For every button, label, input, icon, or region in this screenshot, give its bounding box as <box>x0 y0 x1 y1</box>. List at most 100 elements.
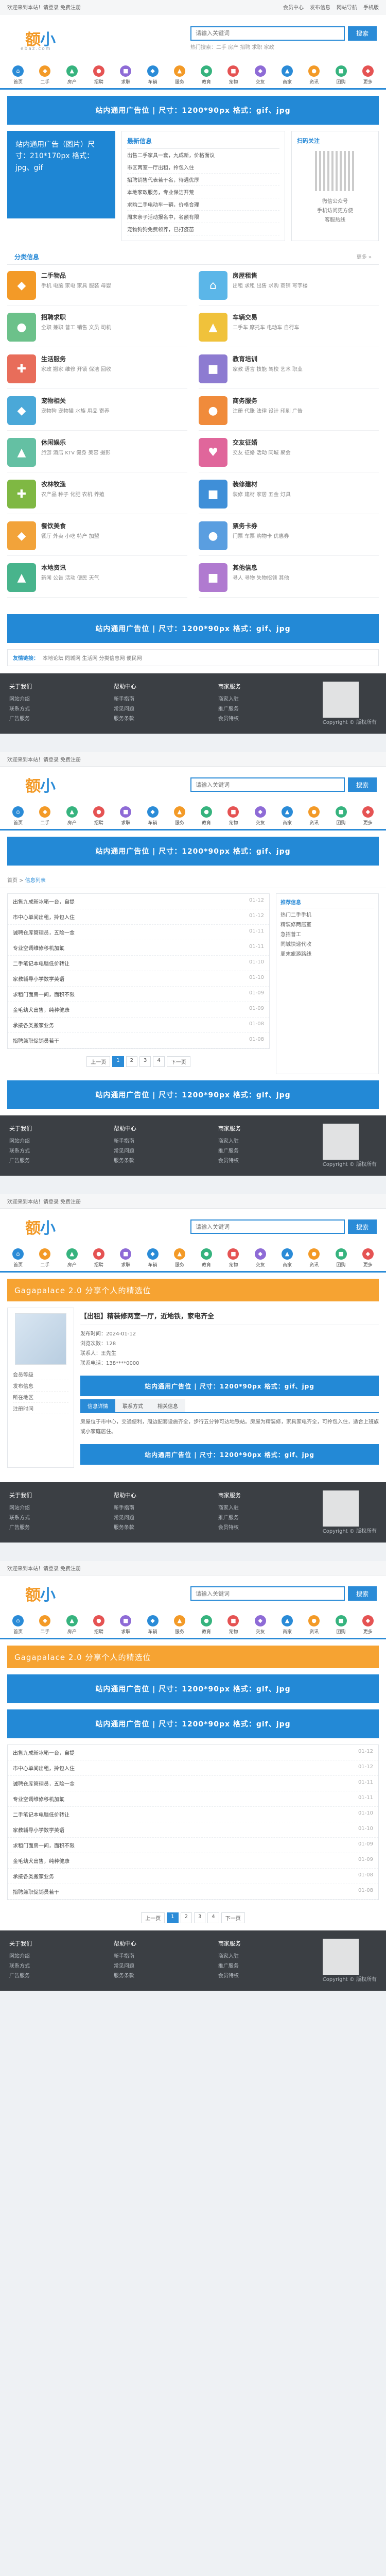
category-name[interactable]: 休闲娱乐 <box>41 438 187 447</box>
news-item[interactable]: 周末亲子活动报名中，名额有限 <box>127 211 279 223</box>
category-name[interactable]: 农林牧渔 <box>41 480 187 488</box>
list-item[interactable]: 承接各类搬家业务 01-08 <box>8 1869 378 1884</box>
category-name[interactable]: 招聘求职 <box>41 313 187 321</box>
list-item-title[interactable]: 家教辅导小学数学英语 <box>13 1826 342 1834</box>
ad-banner[interactable]: 站内通用广告位 | 尺寸：1200*90px 格式：gif、jpg <box>7 837 379 866</box>
category-sub[interactable]: 注册 代账 法律 设计 印刷 广告 <box>233 407 379 416</box>
tab-item[interactable]: 信息详情 <box>80 1399 115 1412</box>
footer-link[interactable]: 服务条款 <box>114 1971 208 1981</box>
page-button[interactable]: 上一页 <box>141 1912 165 1923</box>
list-item-title[interactable]: 承接各类搬家业务 <box>13 1872 342 1880</box>
footer-link[interactable]: 服务条款 <box>114 1523 208 1533</box>
nav-item[interactable]: ■ 团购 <box>328 1615 354 1635</box>
nav-item[interactable]: ● 资讯 <box>301 806 327 826</box>
category-card[interactable]: ● 商务服务 注册 代账 法律 设计 印刷 广告 <box>199 396 379 431</box>
nav-item[interactable]: ■ 宠物 <box>220 65 246 85</box>
list-item-title[interactable]: 求租门面房一间，面积不限 <box>13 1841 342 1849</box>
list-item[interactable]: 诚聘仓库管理员，五险一金 01-11 <box>8 1776 378 1791</box>
nav-item[interactable]: ■ 求职 <box>113 1615 138 1635</box>
category-name[interactable]: 车辆交易 <box>233 313 379 321</box>
news-item[interactable]: 求购二手电动车一辆，价格合理 <box>127 198 279 211</box>
list-item-title[interactable]: 招聘兼职促销员若干 <box>13 1037 233 1044</box>
footer-link[interactable]: 常见问题 <box>114 1146 208 1156</box>
nav-item[interactable]: ● 资讯 <box>301 1248 327 1268</box>
page-button[interactable]: 4 <box>207 1912 219 1923</box>
footer-link[interactable]: 联系方式 <box>9 704 103 714</box>
footer-link[interactable]: 新手指南 <box>114 694 208 704</box>
category-sub[interactable]: 寻人 寻物 失物招领 其他 <box>233 574 379 583</box>
category-sub[interactable]: 旅游 酒店 KTV 健身 美容 摄影 <box>41 449 187 457</box>
footer-link[interactable]: 推广服务 <box>218 1961 312 1971</box>
list-item-title[interactable]: 招聘兼职促销员若干 <box>13 1888 342 1895</box>
footer-link[interactable]: 广告服务 <box>9 1156 103 1166</box>
list-item-title[interactable]: 出售九成新冰箱一台，自提 <box>13 1749 342 1756</box>
nav-item[interactable]: ■ 求职 <box>113 806 138 826</box>
category-name[interactable]: 其他信息 <box>233 563 379 572</box>
nav-item[interactable]: ■ 团购 <box>328 1248 354 1268</box>
news-item[interactable]: 出售二手家具一套，九成新，价格面议 <box>127 149 279 161</box>
category-card[interactable]: ■ 装修建材 装修 建材 家居 五金 灯具 <box>199 480 379 514</box>
list-item-title[interactable]: 金毛幼犬出售，纯种健康 <box>13 1857 342 1865</box>
category-name[interactable]: 商务服务 <box>233 396 379 405</box>
ad-banner[interactable]: 站内通用广告位 | 尺寸：1200*90px 格式：gif、jpg <box>7 614 379 643</box>
nav-item[interactable]: ◆ 车辆 <box>139 65 165 85</box>
nav-item[interactable]: ◆ 车辆 <box>139 1615 165 1635</box>
nav-item[interactable]: ● 资讯 <box>301 1615 327 1635</box>
category-card[interactable]: ⌂ 房屋租售 出租 求租 出售 求购 商铺 写字楼 <box>199 271 379 306</box>
page-button[interactable]: 下一页 <box>221 1912 245 1923</box>
nav-item[interactable]: ◆ 交友 <box>248 1248 273 1268</box>
list-item[interactable]: 招聘兼职促销员若干 01-08 <box>8 1884 378 1900</box>
topbar-link[interactable]: 会员中心 <box>283 3 304 11</box>
list-item-title[interactable]: 二手笔记本电脑低价转让 <box>13 1810 342 1818</box>
aside-item[interactable]: 精装修两居室 <box>280 920 374 930</box>
list-item[interactable]: 出售九成新冰箱一台，自提 01-12 <box>8 894 269 909</box>
list-item[interactable]: 专业空调维修移机加氟 01-11 <box>8 940 269 956</box>
category-card[interactable]: ▲ 车辆交易 二手车 摩托车 电动车 自行车 <box>199 313 379 347</box>
list-item-title[interactable]: 出售九成新冰箱一台，自提 <box>13 897 233 905</box>
category-name[interactable]: 本地资讯 <box>41 563 187 572</box>
nav-item[interactable]: ● 教育 <box>194 806 219 826</box>
category-sub[interactable]: 出租 求租 出售 求购 商铺 写字楼 <box>233 282 379 291</box>
list-item[interactable]: 市中心单间出租，拎包入住 01-12 <box>8 1760 378 1776</box>
footer-link[interactable]: 新手指南 <box>114 1137 208 1146</box>
category-name[interactable]: 宠物相关 <box>41 396 187 405</box>
nav-item[interactable]: ● 教育 <box>194 65 219 85</box>
category-sub[interactable]: 全职 兼职 普工 销售 文员 司机 <box>41 324 187 332</box>
ad-banner[interactable]: 站内通用广告位 | 尺寸：1200*90px 格式：gif、jpg <box>80 1444 379 1465</box>
news-item[interactable]: 招聘销售代表若干名，待遇优厚 <box>127 174 279 186</box>
footer-link[interactable]: 联系方式 <box>9 1961 103 1971</box>
nav-item[interactable]: ◆ 车辆 <box>139 806 165 826</box>
list-item-title[interactable]: 金毛幼犬出售，纯种健康 <box>13 1006 233 1013</box>
page-button[interactable]: 下一页 <box>166 1056 190 1067</box>
category-name[interactable]: 票务卡券 <box>233 521 379 530</box>
ad-banner[interactable]: 站内通用广告位 | 尺寸：1200*90px 格式：gif、jpg <box>7 1674 379 1703</box>
category-card[interactable]: ● 票务卡券 门票 车票 购物卡 优惠券 <box>199 521 379 556</box>
footer-link[interactable]: 常见问题 <box>114 704 208 714</box>
nav-item[interactable]: ● 招聘 <box>86 1248 112 1268</box>
search-input[interactable] <box>190 26 345 41</box>
category-sub[interactable]: 装修 建材 家居 五金 灯具 <box>233 490 379 499</box>
hero-slide[interactable]: 站内通用广告（图片）尺寸：210*170px 格式：jpg、gif <box>7 131 115 218</box>
list-item[interactable]: 出售九成新冰箱一台，自提 01-12 <box>8 1745 378 1760</box>
nav-item[interactable]: ◆ 更多 <box>355 1615 381 1635</box>
nav-item[interactable]: ● 教育 <box>194 1248 219 1268</box>
nav-item[interactable]: ● 资讯 <box>301 65 327 85</box>
category-card[interactable]: ■ 教育培训 家教 语言 技能 驾校 艺术 职业 <box>199 354 379 389</box>
site-logo[interactable]: 额小 <box>9 768 71 801</box>
nav-item[interactable]: ◆ 更多 <box>355 806 381 826</box>
list-item-title[interactable]: 求租门面房一间，面积不限 <box>13 990 233 998</box>
nav-item[interactable]: ● 招聘 <box>86 1615 112 1635</box>
nav-item[interactable]: ▲ 商家 <box>274 1615 300 1635</box>
list-item[interactable]: 求租门面房一间，面积不限 01-09 <box>8 987 269 1002</box>
aside-item[interactable]: 急招普工 <box>280 930 374 940</box>
footer-link[interactable]: 商家入驻 <box>218 694 312 704</box>
footer-link[interactable]: 联系方式 <box>9 1146 103 1156</box>
nav-item[interactable]: ⌂ 首页 <box>5 1248 31 1268</box>
nav-item[interactable]: ■ 宠物 <box>220 1615 246 1635</box>
nav-item[interactable]: ▲ 商家 <box>274 806 300 826</box>
category-sub[interactable]: 家教 语言 技能 驾校 艺术 职业 <box>233 365 379 374</box>
nav-item[interactable]: ● 招聘 <box>86 806 112 826</box>
page-button[interactable]: 2 <box>180 1912 192 1923</box>
category-sub[interactable]: 餐厅 外卖 小吃 特产 加盟 <box>41 532 187 541</box>
category-sub[interactable]: 家政 搬家 维修 开锁 保洁 回收 <box>41 365 187 374</box>
